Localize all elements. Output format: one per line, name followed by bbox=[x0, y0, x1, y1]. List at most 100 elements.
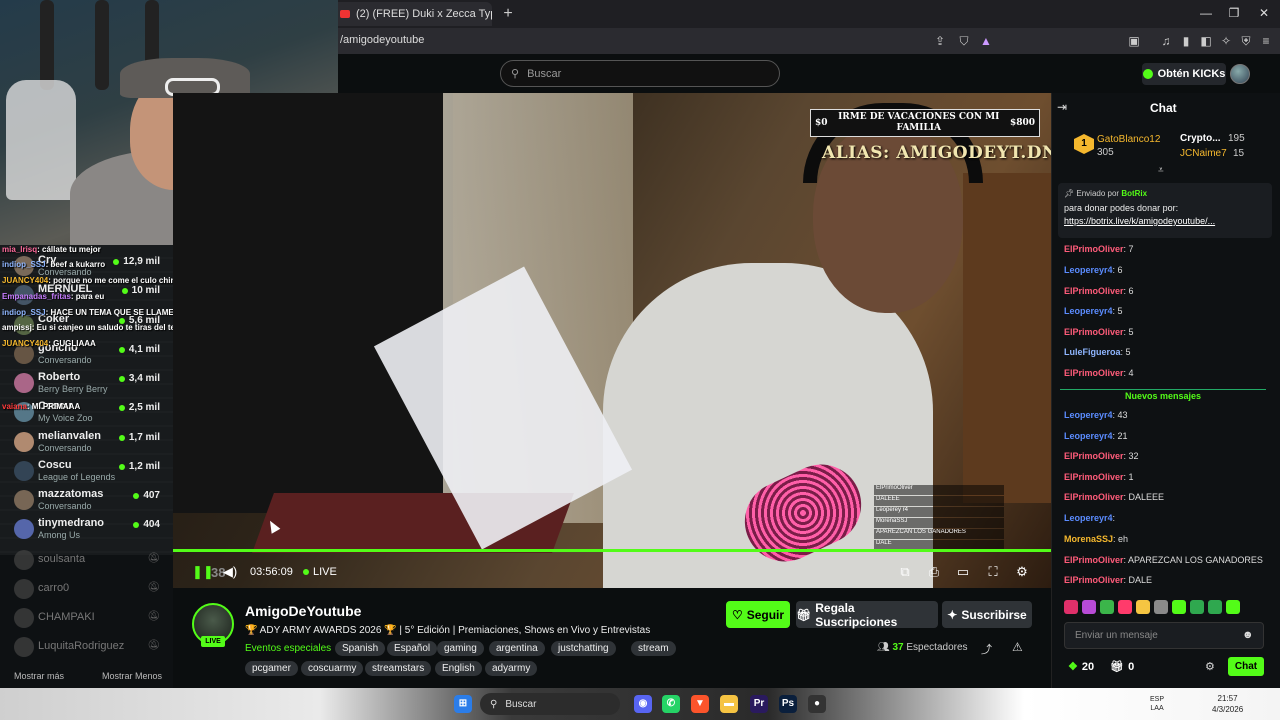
emote-icon[interactable] bbox=[1136, 600, 1150, 614]
show-less-link[interactable]: Mostrar Menos bbox=[102, 671, 162, 681]
ai-icon[interactable]: ✧ bbox=[1218, 33, 1234, 49]
theater-mode-icon[interactable]: ▭ bbox=[955, 564, 971, 580]
chat-username[interactable]: LuleFigueroa bbox=[1064, 347, 1121, 357]
new-tab-button[interactable]: + bbox=[498, 4, 518, 24]
sidebar-channel[interactable]: Coscu League of Legends 1,2 mil bbox=[12, 457, 172, 485]
get-kicks-button[interactable]: Obtén KICKs bbox=[1142, 63, 1226, 85]
emote-icon[interactable] bbox=[1154, 600, 1168, 614]
sidebar-channel[interactable]: mazzatomas Conversando 407 bbox=[12, 486, 172, 514]
show-more-link[interactable]: Mostrar más bbox=[14, 671, 64, 681]
tag[interactable]: stream bbox=[631, 641, 676, 656]
chat-username[interactable]: ElPrimoOliver bbox=[1064, 368, 1124, 378]
emote-icon[interactable] bbox=[1082, 600, 1096, 614]
rewards-icon[interactable]: ▲ bbox=[978, 33, 994, 49]
tag[interactable]: pcgamer bbox=[245, 661, 298, 676]
sidebar-channel-offline[interactable]: LuquitaRodriguez 🔕︎ bbox=[12, 633, 172, 661]
minimize-button[interactable]: — bbox=[1196, 4, 1216, 22]
chat-send-button[interactable]: Chat bbox=[1228, 657, 1264, 676]
tag[interactable]: justchatting bbox=[551, 641, 616, 656]
photoshop-icon[interactable]: Ps bbox=[779, 695, 797, 713]
chat-username[interactable]: ElPrimoOliver bbox=[1064, 472, 1124, 482]
leaderboard-first-user[interactable]: GatoBlanco12 bbox=[1097, 134, 1160, 145]
music-icon[interactable]: ♫ bbox=[1158, 33, 1174, 49]
pinned-link[interactable]: https://botrix.live/k/amigodeyoutube/... bbox=[1064, 215, 1266, 228]
wallet-icon[interactable]: ◧ bbox=[1198, 33, 1214, 49]
pinned-sender[interactable]: BotRix bbox=[1121, 189, 1147, 198]
emote-icon[interactable] bbox=[1208, 600, 1222, 614]
follow-button[interactable]: ♡ Seguir bbox=[726, 601, 790, 628]
chat-username[interactable]: Leopereyr4 bbox=[1064, 306, 1113, 316]
pip-icon[interactable]: ⧉ bbox=[897, 564, 913, 580]
chat-username[interactable]: Leopereyr4 bbox=[1064, 513, 1113, 523]
tag[interactable]: Spanish bbox=[335, 641, 386, 656]
premiere-icon[interactable]: Pr bbox=[750, 695, 768, 713]
emoji-icon[interactable]: ☻ bbox=[1242, 629, 1254, 641]
leaderboard-second-user[interactable]: Crypto... bbox=[1180, 133, 1221, 144]
share-page-icon[interactable]: ⇪ bbox=[932, 33, 948, 49]
share-icon[interactable]: ⤴ bbox=[981, 641, 992, 657]
sidebar-channel-offline[interactable]: soulsanta 🔕︎ bbox=[12, 546, 172, 574]
clip-icon[interactable]: ⎙ bbox=[926, 564, 942, 580]
new-messages-divider[interactable]: Nuevos mensajes bbox=[1060, 389, 1266, 401]
channel-points[interactable]: ❖ 20 🎁︎ 0 bbox=[1068, 660, 1134, 674]
emote-icon[interactable] bbox=[1118, 600, 1132, 614]
emote-icon[interactable] bbox=[1100, 600, 1114, 614]
chat-input[interactable]: Enviar un mensaje bbox=[1064, 622, 1264, 649]
start-icon[interactable]: ⊞ bbox=[454, 695, 472, 713]
obs-icon[interactable]: ● bbox=[808, 695, 826, 713]
emote-icon[interactable] bbox=[1190, 600, 1204, 614]
tag[interactable]: Español bbox=[387, 641, 438, 656]
subscribe-button[interactable]: ✦ Suscribirse bbox=[942, 601, 1032, 628]
progress-bar[interactable] bbox=[173, 549, 1051, 552]
sidebar-toggle-icon[interactable]: ▣ bbox=[1126, 33, 1142, 49]
stream-category[interactable]: Eventos especiales bbox=[245, 643, 331, 654]
fullscreen-icon[interactable]: ⛶ bbox=[985, 564, 1001, 580]
chat-username[interactable]: ElPrimoOliver bbox=[1064, 286, 1124, 296]
channel-name[interactable]: AmigoDeYoutube bbox=[245, 603, 361, 619]
tag[interactable]: argentina bbox=[489, 641, 545, 656]
file-explorer-icon[interactable]: ▬ bbox=[720, 695, 738, 713]
settings-icon[interactable]: ⚙ bbox=[1014, 564, 1030, 580]
chat-username[interactable]: ElPrimoOliver bbox=[1064, 244, 1124, 254]
browser-tab[interactable]: (2) (FREE) Duki x Zecca Type Beat - "I bbox=[332, 2, 492, 26]
chat-username[interactable]: Leopereyr4 bbox=[1064, 431, 1113, 441]
gift-subs-button[interactable]: 🎁︎ Regala Suscripciones bbox=[796, 601, 938, 629]
emote-icon[interactable] bbox=[1172, 600, 1186, 614]
chat-username[interactable]: ElPrimoOliver bbox=[1064, 451, 1124, 461]
sidebar-channel[interactable]: melianvalen Conversando 1,7 mil bbox=[12, 428, 172, 456]
tag[interactable]: coscuarmy bbox=[301, 661, 364, 676]
chat-username[interactable]: MorenaSSJ bbox=[1064, 534, 1113, 544]
sidebar-channel-offline[interactable]: carro0 🔕︎ bbox=[12, 575, 172, 603]
report-icon[interactable]: ⚠ bbox=[1012, 640, 1023, 654]
taskbar-clock[interactable]: 21:57 4/3/2026 bbox=[1212, 693, 1243, 715]
tag[interactable]: gaming bbox=[437, 641, 484, 656]
leaderboard-third-user[interactable]: JCNaime7 bbox=[1180, 148, 1227, 159]
menu-icon[interactable]: ≡ bbox=[1258, 33, 1274, 49]
tag[interactable]: English bbox=[435, 661, 482, 676]
search-input[interactable]: ⚲ Buscar bbox=[500, 60, 780, 87]
chat-username[interactable]: ElPrimoOliver bbox=[1064, 575, 1124, 585]
taskbar-search[interactable]: ⚲ Buscar bbox=[480, 693, 620, 715]
vpn-icon[interactable]: ⛨ bbox=[1238, 33, 1254, 49]
tag[interactable]: adyarmy bbox=[485, 661, 538, 676]
collapse-chat-icon[interactable]: ⇥ bbox=[1057, 100, 1067, 114]
expand-leaderboard-icon[interactable]: ⩡ bbox=[1158, 165, 1164, 176]
volume-icon[interactable]: ◀) bbox=[222, 564, 238, 580]
shield-icon[interactable]: ⛉ bbox=[956, 33, 972, 49]
whatsapp-icon[interactable]: ✆ bbox=[662, 695, 680, 713]
chat-username[interactable]: ElPrimoOliver bbox=[1064, 327, 1124, 337]
user-avatar[interactable] bbox=[1230, 64, 1250, 84]
emote-icon[interactable] bbox=[1226, 600, 1240, 614]
chat-username[interactable]: Leopereyr4 bbox=[1064, 410, 1113, 420]
chat-username[interactable]: Leopereyr4 bbox=[1064, 265, 1113, 275]
close-window-button[interactable]: ✕ bbox=[1254, 4, 1274, 22]
chat-settings-icon[interactable]: ⚙ bbox=[1205, 660, 1215, 673]
maximize-button[interactable]: ❐ bbox=[1224, 4, 1244, 22]
sidebar-channel-offline[interactable]: CHAMPAKI 🔕︎ bbox=[12, 604, 172, 632]
chat-username[interactable]: ElPrimoOliver bbox=[1064, 492, 1124, 502]
url-field[interactable]: /amigodeyoutube bbox=[340, 34, 424, 46]
pause-icon[interactable]: ❚❚ bbox=[192, 564, 214, 580]
emote-icon[interactable] bbox=[1064, 600, 1078, 614]
discord-icon[interactable]: ◉ bbox=[634, 695, 652, 713]
sidebar-channel[interactable]: tinymedrano Among Us 404 bbox=[12, 515, 172, 543]
